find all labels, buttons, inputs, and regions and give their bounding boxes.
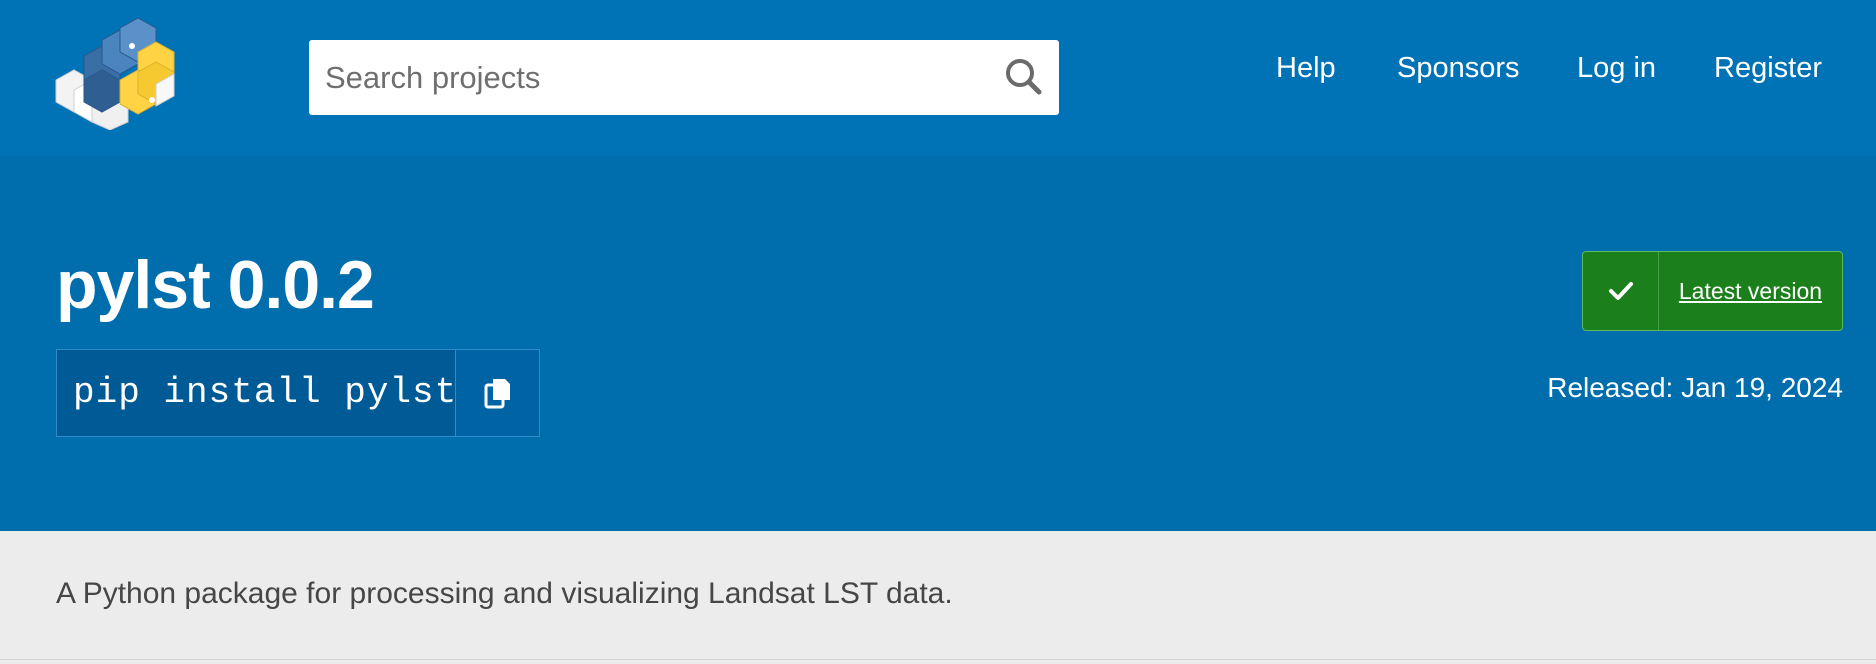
top-navigation-bar: Help Sponsors Log in Register [0, 0, 1876, 156]
package-header-banner: pylst 0.0.2 pip install pylst Latest ver… [0, 156, 1876, 531]
pip-install-box: pip install pylst [56, 349, 540, 437]
search-button[interactable] [999, 52, 1049, 102]
nav-sponsors-link[interactable]: Sponsors [1397, 52, 1520, 85]
package-summary: A Python package for processing and visu… [56, 577, 953, 610]
copy-command-button[interactable] [456, 350, 539, 436]
search-icon [1006, 59, 1042, 95]
copy-icon [484, 379, 510, 409]
nav-help-link[interactable]: Help [1276, 52, 1336, 85]
nav-register-link[interactable]: Register [1714, 52, 1822, 85]
pip-install-command[interactable]: pip install pylst [57, 350, 456, 436]
check-icon [1583, 252, 1659, 330]
search-input[interactable] [309, 40, 989, 115]
package-title: pylst 0.0.2 [56, 247, 375, 323]
latest-version-button[interactable]: Latest version [1582, 251, 1843, 331]
latest-version-label[interactable]: Latest version [1659, 252, 1842, 330]
nav-login-link[interactable]: Log in [1577, 52, 1656, 85]
release-date: Released: Jan 19, 2024 [1547, 372, 1843, 403]
pypi-logo[interactable] [54, 17, 180, 131]
search-box [309, 40, 1059, 115]
package-description-bar: A Python package for processing and visu… [0, 531, 1876, 660]
